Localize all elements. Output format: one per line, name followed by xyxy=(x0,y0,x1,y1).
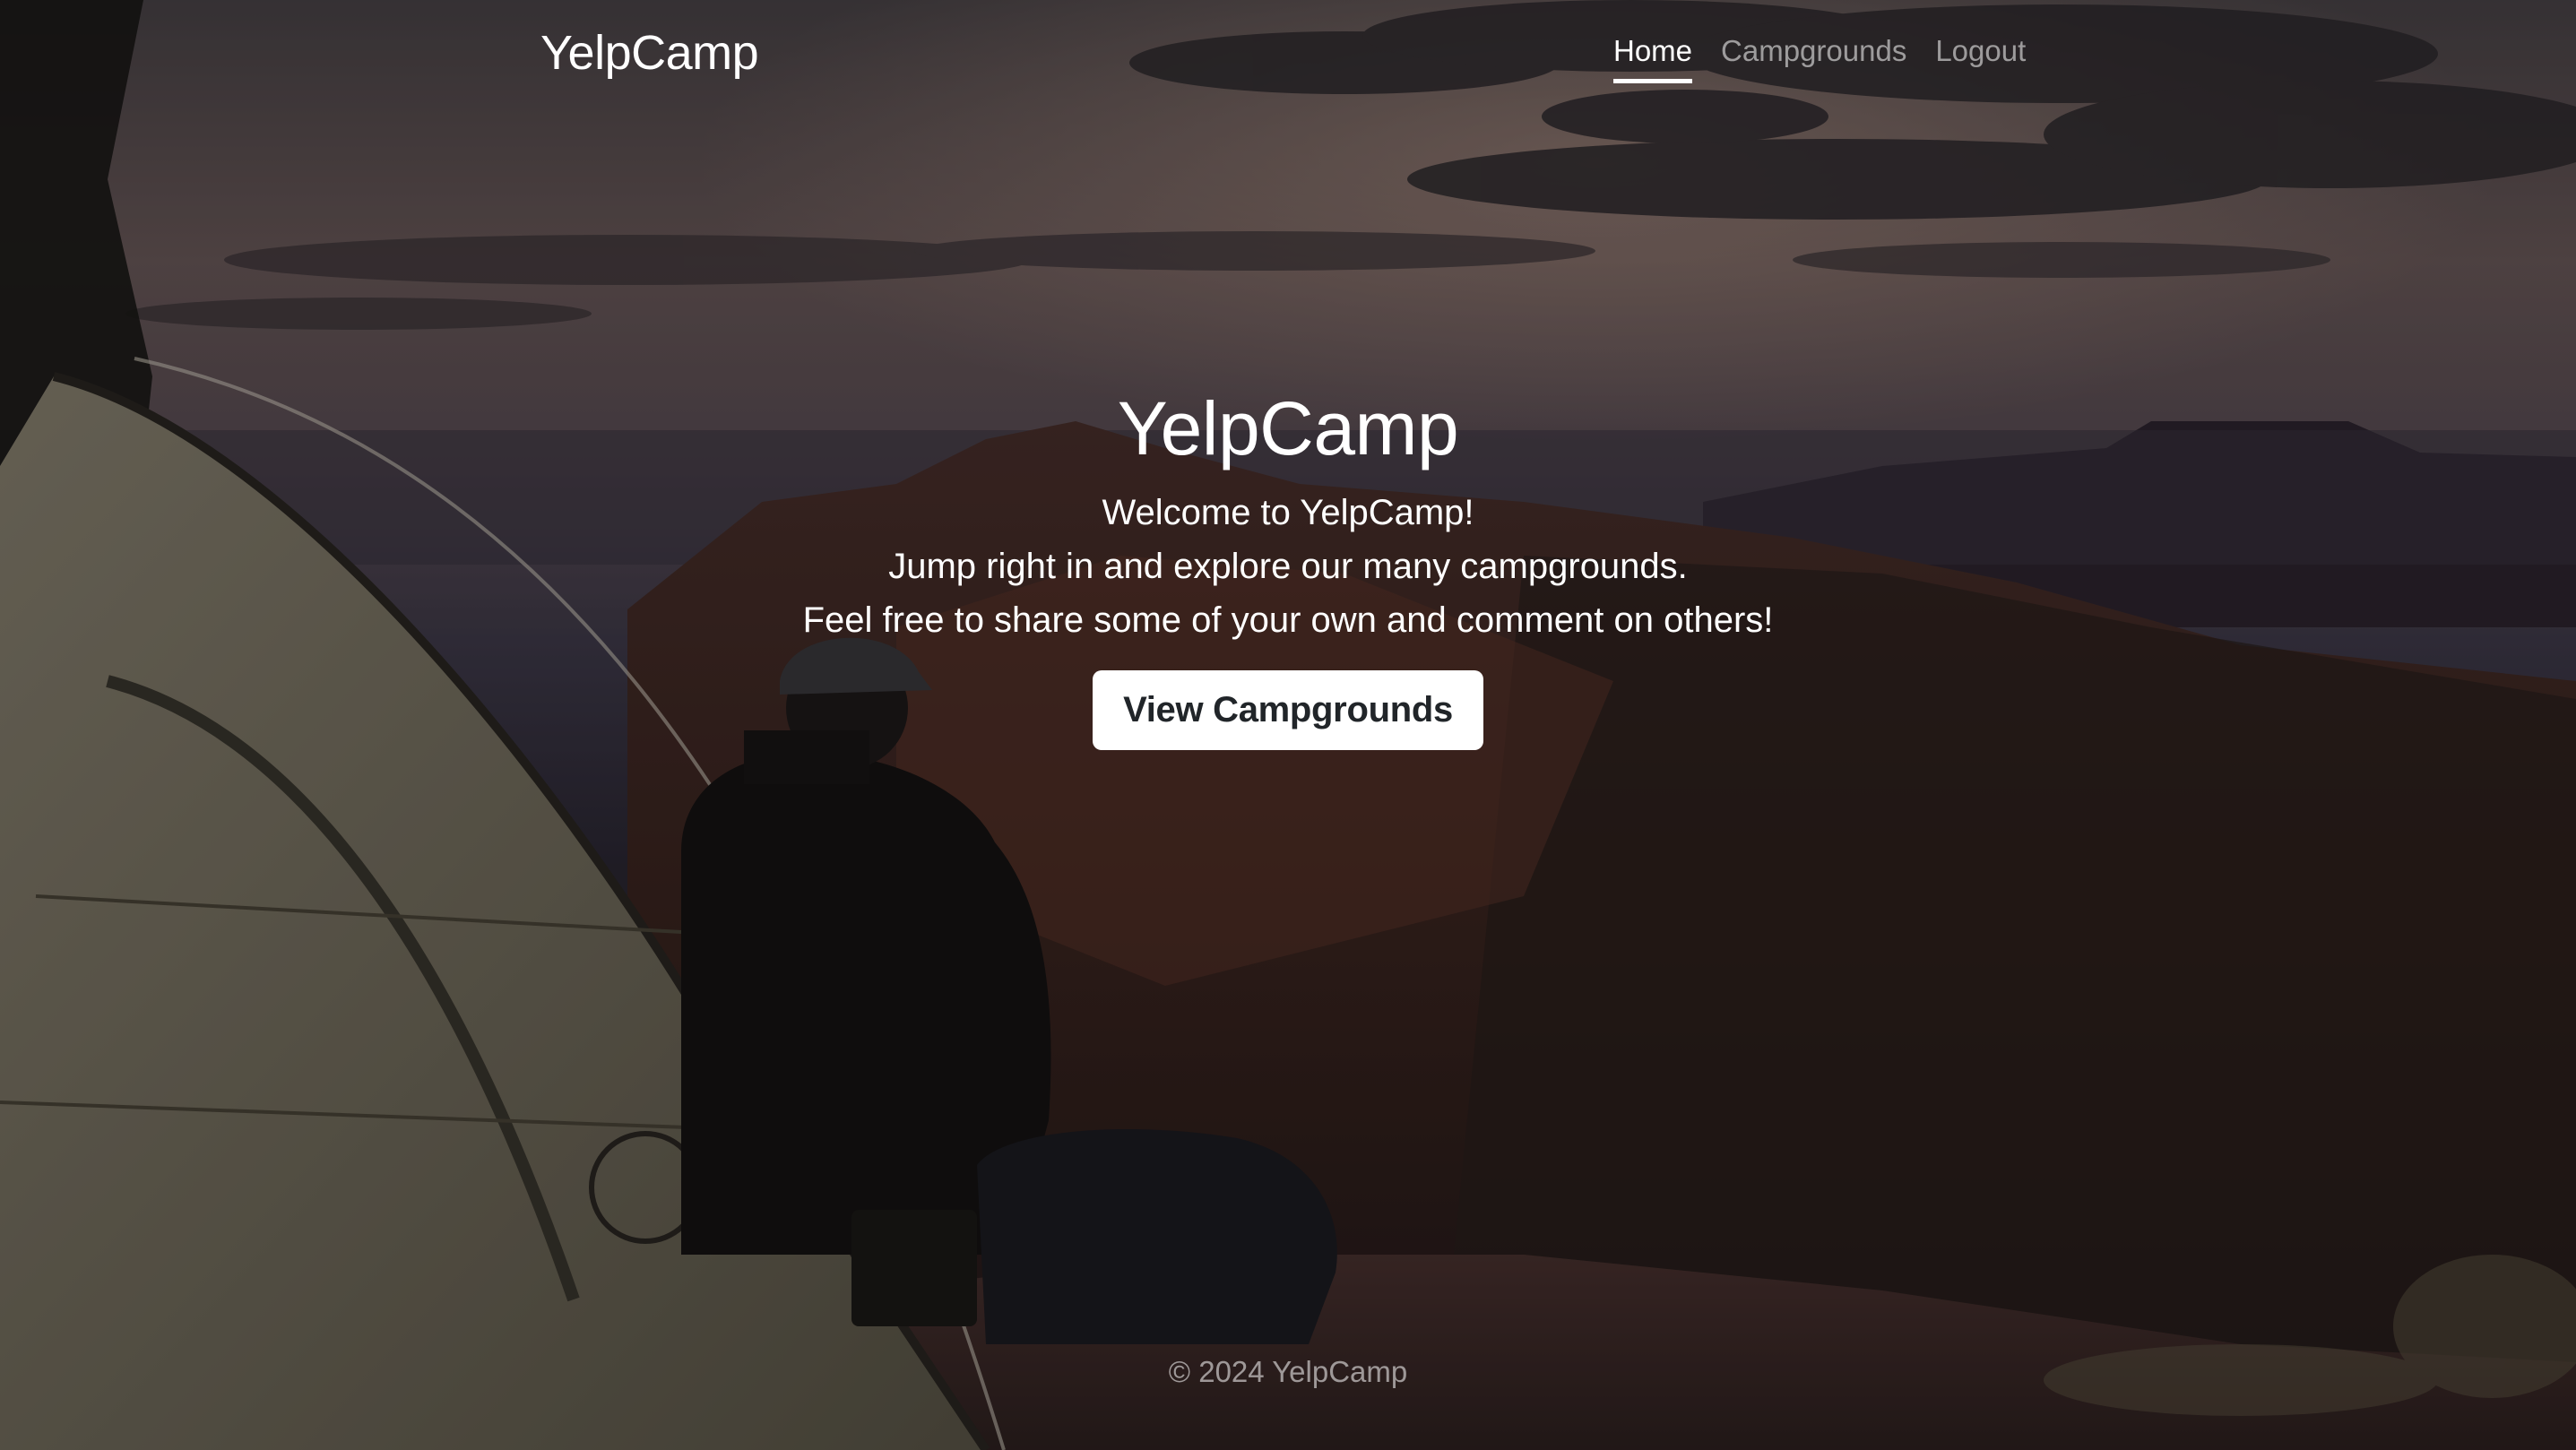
nav-link-campgrounds[interactable]: Campgrounds xyxy=(1721,34,1906,83)
nav-link-logout[interactable]: Logout xyxy=(1935,34,2026,83)
top-navbar: YelpCamp Home Campgrounds Logout xyxy=(0,0,2576,108)
nav-links: Home Campgrounds Logout xyxy=(1613,34,2026,83)
brand-logo[interactable]: YelpCamp xyxy=(540,25,759,81)
hero-title: YelpCamp xyxy=(1117,386,1459,470)
nav-link-home[interactable]: Home xyxy=(1613,34,1693,83)
landing-page: YelpCamp Home Campgrounds Logout YelpCam… xyxy=(0,0,2576,1450)
hero-line-welcome: Welcome to YelpCamp! xyxy=(1102,493,1474,532)
footer-copyright: © 2024 YelpCamp xyxy=(1168,1355,1408,1388)
hero-line-share: Feel free to share some of your own and … xyxy=(802,600,1774,640)
hero-lead: Welcome to YelpCamp! Jump right in and e… xyxy=(0,486,2576,647)
hero-line-explore: Jump right in and explore our many campg… xyxy=(888,547,1688,586)
hero-section: YelpCamp Welcome to YelpCamp! Jump right… xyxy=(0,384,2576,750)
view-campgrounds-button[interactable]: View Campgrounds xyxy=(1093,670,1483,750)
